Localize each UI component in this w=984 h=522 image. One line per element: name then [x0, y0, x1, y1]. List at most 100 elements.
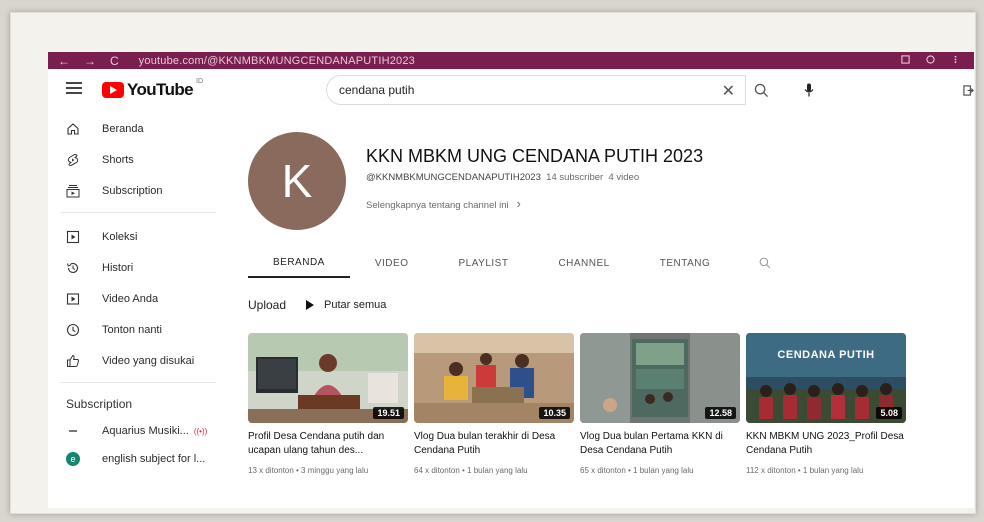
video-meta: 112 x ditonton • 1 bulan yang lalu	[746, 466, 864, 475]
video-card[interactable]: 10.35 Vlog Dua bulan terakhir di Desa Ce…	[414, 333, 574, 475]
subscriptions-icon	[66, 184, 80, 197]
sidebar-item-subscription[interactable]: Subscription	[48, 175, 218, 206]
subscription-item-aquarius[interactable]: Aquarius Musiki... ((•))	[48, 417, 218, 445]
uploads-shelf-header: Upload Putar semua	[248, 298, 386, 312]
menu-icon[interactable]	[951, 55, 960, 67]
about-link-text: Selengkapnya tentang channel ini	[366, 200, 509, 211]
search-icon	[754, 83, 768, 97]
history-icon	[67, 262, 79, 273]
subscription-label: Aquarius Musiki...	[102, 425, 189, 437]
video-thumbnail[interactable]: 19.51	[248, 333, 408, 423]
sidebar-item-video-anda[interactable]: Video Anda	[48, 283, 218, 314]
sidebar-item-label: Subscription	[102, 184, 163, 197]
video-meta: 65 x ditonton • 1 bulan yang lalu	[580, 466, 694, 475]
library-icon	[66, 230, 80, 243]
photo-frame: ← → C youtube.com/@KKNMBKMUNGCENDANAPUTI…	[10, 12, 976, 514]
shorts-icon	[67, 153, 79, 166]
play-all-button[interactable]: Putar semua	[306, 299, 386, 311]
back-icon[interactable]: ←	[58, 54, 70, 68]
channel-avatar: e	[66, 452, 80, 466]
tab-channel[interactable]: CHANNEL	[533, 248, 634, 278]
sign-in-icon[interactable]	[963, 83, 974, 101]
youtube-play-icon	[102, 82, 124, 98]
browser-screen: ← → C youtube.com/@KKNMBKMUNGCENDANAPUTI…	[48, 52, 974, 508]
subscriptions-heading: Subscription	[66, 397, 133, 411]
home-icon	[67, 122, 79, 135]
thumbnail-text: CENDANA PUTIH	[777, 349, 875, 361]
search-box: ✕	[326, 75, 746, 105]
sidebar-item-label: Video yang disukai	[102, 354, 195, 367]
hamburger-menu-icon[interactable]	[66, 82, 82, 94]
video-card[interactable]: 12.58 Vlog Dua bulan Pertama KKN di Desa…	[580, 333, 740, 475]
channel-tabs: BERANDA VIDEO PLAYLIST CHANNEL TENTANG	[248, 248, 771, 280]
search-button[interactable]	[746, 75, 776, 105]
chevron-right-icon: ›	[516, 196, 521, 211]
youtube-logo[interactable]: YouTube ID	[102, 78, 203, 100]
url-text[interactable]: youtube.com/@KKNMBKMUNGCENDANAPUTIH2023	[139, 55, 415, 67]
video-card[interactable]: CENDANA PUTIH 5.08 KKN MBKM UNG 2023_Pro…	[746, 333, 906, 475]
channel-avatar	[69, 430, 77, 432]
youtube-logo-text: YouTube	[127, 80, 194, 99]
sidebar-divider	[60, 382, 216, 383]
video-title[interactable]: Vlog Dua bulan terakhir di Desa Cendana …	[414, 430, 574, 458]
search-icon	[759, 257, 771, 269]
channel-avatar-letter: K	[281, 155, 313, 207]
youtube-header: YouTube ID ✕	[48, 69, 974, 113]
sidebar: Beranda Shorts Subscription Koleksi Hist…	[48, 113, 218, 508]
video-grid: 19.51 Profil Desa Cendana putih dan ucap…	[248, 333, 906, 475]
sidebar-item-label: Koleksi	[102, 230, 138, 243]
play-all-label: Putar semua	[324, 299, 387, 311]
video-meta: 64 x ditonton • 1 bulan yang lalu	[414, 466, 528, 475]
forward-icon[interactable]: →	[84, 54, 96, 68]
video-title[interactable]: Profil Desa Cendana putih dan ucapan ula…	[248, 430, 408, 458]
sidebar-item-beranda[interactable]: Beranda	[48, 113, 218, 144]
sidebar-item-label: Tonton nanti	[102, 323, 162, 336]
sidebar-item-label: Beranda	[102, 122, 144, 135]
tab-tentang[interactable]: TENTANG	[635, 248, 736, 278]
channel-about-link[interactable]: Selengkapnya tentang channel ini ›	[366, 196, 521, 211]
voice-search-button[interactable]	[804, 83, 814, 102]
channel-name: KKN MBKM UNG CENDANA PUTIH 2023	[366, 146, 704, 166]
extension-icon[interactable]	[901, 54, 910, 67]
sidebar-item-label: Video Anda	[102, 292, 159, 305]
browser-address-bar: ← → C youtube.com/@KKNMBKMUNGCENDANAPUTI…	[48, 52, 974, 69]
clear-search-icon[interactable]: ✕	[722, 81, 735, 101]
channel-search-button[interactable]	[735, 248, 771, 278]
tab-playlist[interactable]: PLAYLIST	[433, 248, 533, 278]
video-meta: 13 x ditonton • 3 minggu yang lalu	[248, 466, 369, 475]
channel-avatar-large[interactable]: K	[248, 132, 346, 230]
profile-icon[interactable]	[926, 54, 935, 67]
sidebar-divider	[60, 212, 216, 213]
reload-icon[interactable]: C	[110, 54, 119, 68]
video-thumbnail[interactable]: 10.35	[414, 333, 574, 423]
sidebar-item-shorts[interactable]: Shorts	[48, 144, 218, 175]
uploads-label: Upload	[248, 298, 287, 312]
sidebar-item-label: Shorts	[102, 153, 134, 166]
play-icon	[306, 300, 315, 310]
channel-meta: @KKNMBKMUNGCENDANAPUTIH2023 14 subscribe…	[366, 172, 639, 183]
tab-beranda[interactable]: BERANDA	[248, 248, 350, 278]
logo-region: ID	[196, 78, 203, 85]
sidebar-item-histori[interactable]: Histori	[48, 252, 218, 283]
video-thumbnail[interactable]: CENDANA PUTIH 5.08	[746, 333, 906, 423]
video-count: 4 video	[608, 172, 640, 183]
subscription-item-english-subject[interactable]: e english subject for l...	[48, 445, 218, 473]
video-duration: 19.51	[373, 407, 404, 419]
video-title[interactable]: KKN MBKM UNG 2023_Profil Desa Cendana Pu…	[746, 430, 906, 458]
sidebar-item-koleksi[interactable]: Koleksi	[48, 221, 218, 252]
video-card[interactable]: 19.51 Profil Desa Cendana putih dan ucap…	[248, 333, 408, 475]
watch-later-icon	[66, 323, 80, 336]
live-icon: ((•))	[193, 426, 208, 436]
video-duration: 5.08	[876, 407, 902, 419]
browser-actions	[901, 54, 960, 67]
video-thumbnail[interactable]: 12.58	[580, 333, 740, 423]
sidebar-item-video-yang-disukai[interactable]: Video yang disukai	[48, 345, 218, 376]
tab-video[interactable]: VIDEO	[350, 248, 434, 278]
channel-handle: @KKNMBKMUNGCENDANAPUTIH2023	[366, 172, 541, 183]
video-title[interactable]: Vlog Dua bulan Pertama KKN di Desa Cenda…	[580, 430, 740, 458]
liked-videos-icon	[67, 354, 79, 367]
video-duration: 10.35	[539, 407, 570, 419]
microphone-icon	[804, 83, 814, 97]
sidebar-item-tonton-nanti[interactable]: Tonton nanti	[48, 314, 218, 345]
search-input[interactable]	[327, 83, 687, 97]
